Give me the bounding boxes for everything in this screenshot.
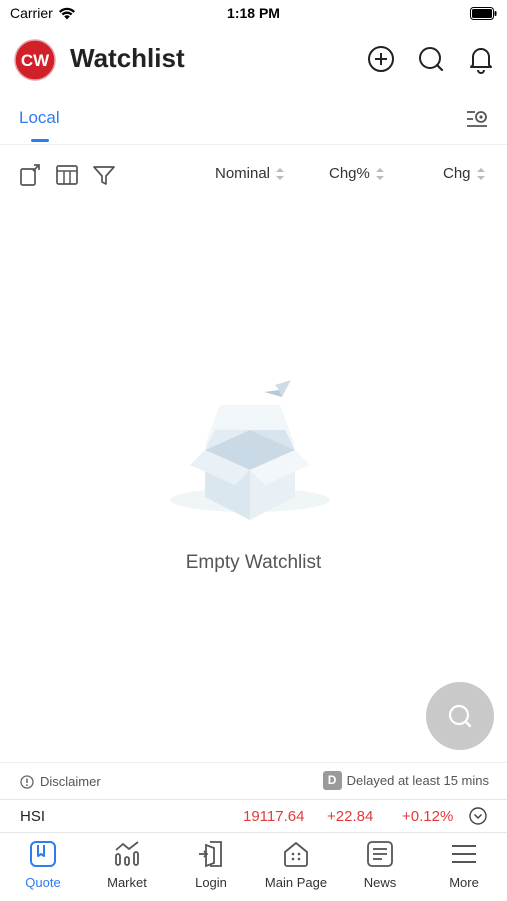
column-chg[interactable]: Chg bbox=[443, 165, 485, 182]
info-icon bbox=[20, 774, 34, 789]
nav-market-label: Market bbox=[107, 875, 147, 890]
menu-icon bbox=[452, 845, 476, 863]
quote-icon bbox=[30, 841, 56, 867]
nav-news-label: News bbox=[363, 875, 397, 890]
news-icon bbox=[367, 841, 393, 867]
status-bar: Carrier 1:18 PM bbox=[0, 0, 507, 28]
nav-market[interactable]: Market bbox=[85, 839, 169, 890]
nav-login[interactable]: Login bbox=[169, 839, 253, 890]
sort-icon bbox=[476, 167, 485, 180]
empty-box-illustration bbox=[170, 380, 330, 520]
index-change: +22.84 bbox=[327, 808, 374, 825]
market-icon bbox=[115, 841, 139, 866]
nav-login-label: Login bbox=[195, 875, 227, 890]
filter-icon[interactable] bbox=[92, 163, 116, 187]
watchlist-tabs: Local bbox=[0, 98, 507, 145]
chevron-down-icon[interactable] bbox=[469, 807, 487, 825]
search-icon[interactable] bbox=[416, 44, 446, 74]
delay-text: Delayed at least 15 mins bbox=[346, 773, 489, 788]
index-name: HSI bbox=[20, 808, 46, 825]
brand-logo: CW bbox=[14, 39, 56, 81]
app-header: CW Watchlist bbox=[0, 28, 507, 92]
disclaimer-link[interactable]: Disclaimer bbox=[20, 774, 101, 789]
battery-icon bbox=[470, 7, 497, 20]
active-tab-indicator bbox=[31, 139, 49, 142]
sort-icon bbox=[375, 167, 384, 180]
column-nominal[interactable]: Nominal bbox=[215, 165, 285, 182]
nav-main-page[interactable]: Main Page bbox=[254, 839, 338, 890]
index-value: 19117.64 bbox=[243, 808, 305, 825]
floating-search-button[interactable] bbox=[426, 682, 494, 750]
empty-watchlist-message: Empty Watchlist bbox=[185, 552, 322, 573]
nav-news[interactable]: News bbox=[338, 839, 422, 890]
column-chg-pct-label: Chg% bbox=[329, 165, 370, 182]
home-icon bbox=[284, 842, 308, 867]
nav-quote[interactable]: Quote bbox=[1, 839, 85, 890]
add-icon[interactable] bbox=[366, 44, 396, 74]
bottom-navigation: Quote Market Login Main Page News More bbox=[0, 832, 507, 901]
column-nominal-label: Nominal bbox=[215, 165, 271, 182]
nav-main-page-label: Main Page bbox=[264, 875, 328, 890]
nav-more[interactable]: More bbox=[422, 839, 506, 890]
page-title: Watchlist bbox=[70, 43, 185, 73]
index-ticker-bar[interactable]: HSI 19117.64 +22.84 +0.12% bbox=[0, 799, 507, 833]
sort-icon bbox=[276, 167, 285, 180]
delay-badge: D bbox=[322, 771, 342, 790]
list-settings-icon[interactable] bbox=[465, 108, 489, 130]
login-icon bbox=[199, 841, 222, 868]
column-chg-label: Chg bbox=[443, 165, 471, 182]
column-chg-pct[interactable]: Chg% bbox=[329, 165, 384, 182]
nav-quote-label: Quote bbox=[25, 875, 61, 890]
search-icon bbox=[448, 704, 472, 728]
clock: 1:18 PM bbox=[227, 5, 280, 21]
nav-more-label: More bbox=[449, 875, 479, 890]
disclaimer-label: Disclaimer bbox=[40, 774, 101, 789]
disclaimer-bar: Disclaimer D Delayed at least 15 mins bbox=[0, 762, 507, 799]
bell-icon[interactable] bbox=[466, 44, 496, 74]
columns-icon[interactable] bbox=[55, 163, 79, 187]
delay-notice: D Delayed at least 15 mins bbox=[322, 771, 489, 790]
column-header-row: Nominal Chg% Chg bbox=[0, 158, 507, 192]
export-icon[interactable] bbox=[19, 163, 43, 187]
tab-local[interactable]: Local bbox=[19, 108, 60, 128]
index-change-pct: +0.12% bbox=[402, 808, 454, 825]
logo-text: CW bbox=[21, 51, 50, 70]
